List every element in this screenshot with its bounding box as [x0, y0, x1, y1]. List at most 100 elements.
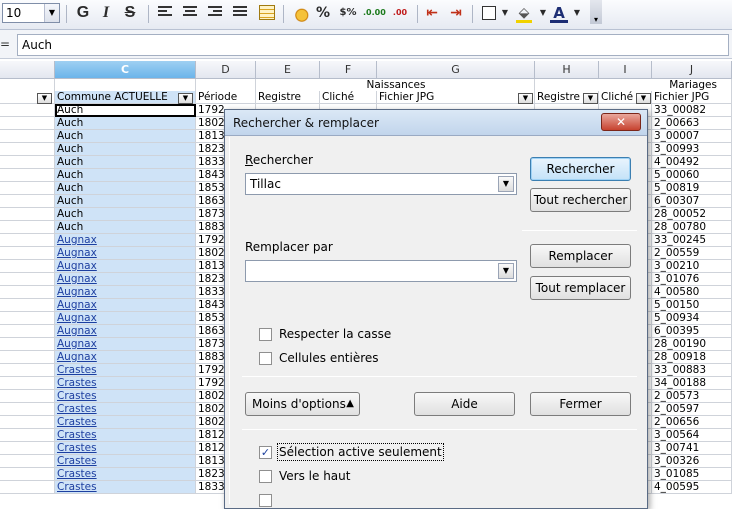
row-cell-b[interactable] — [0, 481, 55, 494]
row-cell-b[interactable] — [0, 325, 55, 338]
fichier-jpg-cell[interactable]: 3_00210 — [652, 260, 732, 273]
fichier-jpg-cell[interactable]: 4_00580 — [652, 286, 732, 299]
fichier-jpg-cell[interactable]: 33_00245 — [652, 234, 732, 247]
row-cell-b[interactable] — [0, 390, 55, 403]
row-cell-b[interactable] — [0, 403, 55, 416]
fichier-jpg-cell[interactable]: 2_00597 — [652, 403, 732, 416]
fichier-jpg-cell[interactable]: 2_00656 — [652, 416, 732, 429]
fichier-jpg-cell[interactable]: 33_00082 — [652, 104, 732, 117]
chevron-down-icon[interactable]: ▼ — [538, 3, 548, 23]
fichier-jpg-cell[interactable]: 4_00595 — [652, 481, 732, 494]
row-cell-b[interactable] — [0, 260, 55, 273]
row-cell-b[interactable] — [0, 442, 55, 455]
fichier-jpg-cell[interactable]: 4_00492 — [652, 156, 732, 169]
autofilter-button[interactable]: ▼ — [518, 93, 533, 104]
italic-button[interactable]: I — [98, 3, 114, 23]
row-cell-b[interactable] — [0, 429, 55, 442]
autofilter-button[interactable]: ▼ — [178, 93, 193, 104]
close-button[interactable]: Fermer — [530, 392, 631, 416]
fichier-jpg-cell[interactable]: 5_00060 — [652, 169, 732, 182]
column-header-f[interactable]: F — [320, 61, 377, 79]
toolbar-overflow-icon[interactable]: ▾ — [590, 0, 602, 24]
fichier-jpg-cell[interactable]: 28_00052 — [652, 208, 732, 221]
fichier-jpg-cell[interactable]: 5_00819 — [652, 182, 732, 195]
row-cell-b[interactable] — [0, 221, 55, 234]
commune-cell[interactable]: Crastes — [55, 481, 196, 494]
row-cell-b[interactable] — [0, 468, 55, 481]
fichier-jpg-cell[interactable]: 5_00934 — [652, 312, 732, 325]
fichier-jpg-cell[interactable]: 2_00559 — [652, 247, 732, 260]
help-button[interactable]: Aide — [414, 392, 515, 416]
commune-cell[interactable]: Auch — [55, 104, 196, 117]
whole-cells-checkbox[interactable] — [259, 352, 272, 365]
replace-input[interactable]: ▼ — [245, 260, 517, 282]
currency-format-icon[interactable] — [291, 5, 309, 22]
commune-cell[interactable]: Augnax — [55, 247, 196, 260]
delete-decimal-button[interactable]: .00 — [390, 3, 410, 23]
chevron-down-icon[interactable]: ▼ — [500, 3, 510, 23]
column-header-i[interactable]: I — [599, 61, 652, 79]
fichier-jpg-cell[interactable]: 5_00150 — [652, 299, 732, 312]
merge-cells-icon[interactable] — [259, 5, 275, 20]
replace-all-button[interactable]: Tout remplacer — [530, 276, 631, 300]
fichier-jpg-cell[interactable]: 33_00883 — [652, 364, 732, 377]
row-cell-b[interactable] — [0, 130, 55, 143]
font-size-select[interactable]: 10 ▼ — [2, 3, 60, 23]
backwards-checkbox[interactable] — [259, 470, 272, 483]
chevron-down-icon[interactable]: ▼ — [498, 176, 514, 192]
fichier-jpg-cell[interactable]: 28_00190 — [652, 338, 732, 351]
commune-cell[interactable]: Augnax — [55, 299, 196, 312]
search-all-button[interactable]: Tout rechercher — [530, 188, 631, 212]
commune-cell[interactable]: Crastes — [55, 468, 196, 481]
replace-button[interactable]: Remplacer — [530, 244, 631, 268]
row-cell-b[interactable] — [0, 416, 55, 429]
align-left-icon[interactable] — [158, 6, 172, 18]
row-cell-b[interactable] — [0, 338, 55, 351]
commune-cell[interactable]: Augnax — [55, 273, 196, 286]
commune-cell[interactable]: Augnax — [55, 338, 196, 351]
fichier-jpg-cell[interactable]: 6_00395 — [652, 325, 732, 338]
commune-cell[interactable]: Crastes — [55, 403, 196, 416]
formula-input[interactable]: Auch — [17, 34, 729, 56]
row-cell-b[interactable] — [0, 143, 55, 156]
row-cell-b[interactable] — [0, 455, 55, 468]
column-header-d[interactable]: D — [196, 61, 256, 79]
match-case-checkbox[interactable] — [259, 328, 272, 341]
fichier-jpg-cell[interactable]: 3_00007 — [652, 130, 732, 143]
commune-cell[interactable]: Auch — [55, 221, 196, 234]
row-cell-b[interactable] — [0, 182, 55, 195]
commune-cell[interactable]: Crastes — [55, 455, 196, 468]
column-header-h[interactable]: H — [535, 61, 599, 79]
row-cell-b[interactable] — [0, 104, 55, 117]
row-cell-b[interactable] — [0, 377, 55, 390]
align-right-icon[interactable] — [208, 6, 222, 18]
fichier-jpg-cell[interactable]: 28_00780 — [652, 221, 732, 234]
chevron-down-icon[interactable]: ▼ — [572, 3, 582, 23]
decrease-indent-icon[interactable]: ⇤ — [423, 3, 441, 23]
less-options-button[interactable]: Moins d'options ▲ — [245, 392, 360, 416]
column-header-b[interactable] — [0, 61, 55, 79]
search-button[interactable]: Rechercher — [530, 157, 631, 181]
commune-cell[interactable]: Auch — [55, 169, 196, 182]
fichier-jpg-cell[interactable]: 3_01085 — [652, 468, 732, 481]
strikethrough-button[interactable]: S — [122, 3, 138, 23]
column-header-j[interactable]: J — [652, 61, 732, 79]
row-cell-b[interactable] — [0, 351, 55, 364]
row-cell-b[interactable] — [0, 312, 55, 325]
autofilter-button[interactable]: ▼ — [583, 93, 598, 104]
formula-equals-icon[interactable]: = — [0, 37, 10, 51]
fichier-jpg-cell[interactable]: 3_00993 — [652, 143, 732, 156]
add-decimal-button[interactable]: .0.00 — [363, 3, 386, 23]
row-cell-b[interactable] — [0, 117, 55, 130]
dialog-title-bar[interactable]: Rechercher & remplacer ✕ — [225, 110, 647, 136]
percent-button[interactable]: % — [315, 3, 331, 23]
commune-cell[interactable]: Crastes — [55, 364, 196, 377]
fichier-jpg-cell[interactable]: 3_00326 — [652, 455, 732, 468]
current-selection-checkbox[interactable]: ✓ — [259, 446, 272, 459]
row-cell-b[interactable] — [0, 169, 55, 182]
commune-cell[interactable]: Auch — [55, 117, 196, 130]
fichier-jpg-cell[interactable]: 28_00918 — [652, 351, 732, 364]
borders-icon[interactable] — [482, 6, 496, 20]
commune-cell[interactable]: Augnax — [55, 286, 196, 299]
commune-cell[interactable]: Crastes — [55, 429, 196, 442]
